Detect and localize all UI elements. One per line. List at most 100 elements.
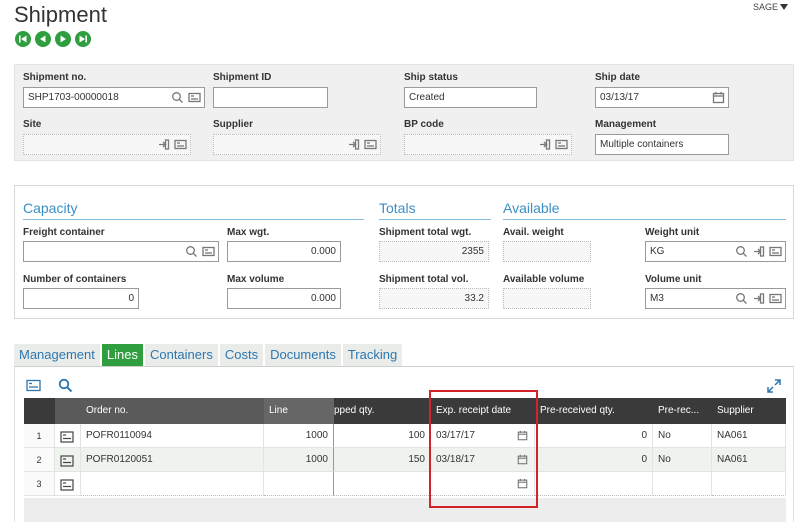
shipment-no-label: Shipment no. <box>23 72 87 83</box>
cell-order-no[interactable]: POFR0120051 <box>81 448 264 472</box>
row-number: 2 <box>24 448 55 472</box>
shipment-total-vol-value: 33.2 <box>464 293 484 304</box>
site-field[interactable] <box>23 134 191 155</box>
cell-pre-received-qty[interactable]: 0 <box>535 448 653 472</box>
freight-container-field[interactable] <box>23 241 219 262</box>
cell-pre-received-qty[interactable] <box>535 472 653 496</box>
cell-line[interactable] <box>264 472 334 496</box>
detail-card-icon[interactable] <box>769 292 782 305</box>
detail-card-icon[interactable] <box>188 91 201 104</box>
cell-pre-rec[interactable]: No <box>653 448 712 472</box>
row-detail-button[interactable] <box>55 424 81 448</box>
capacity-section-title: Capacity <box>23 200 78 216</box>
cell-supplier[interactable] <box>712 472 786 496</box>
last-record-icon <box>79 35 87 43</box>
detail-card-icon[interactable] <box>769 245 782 258</box>
select-arrow-icon[interactable] <box>157 138 170 151</box>
bp-code-field[interactable] <box>404 134 572 155</box>
cell-shipped-qty[interactable]: 100 <box>334 424 431 448</box>
cell-shipped-qty[interactable]: 150 <box>334 448 431 472</box>
calendar-icon[interactable] <box>712 91 725 104</box>
grid-search-icon[interactable] <box>58 378 73 393</box>
tab-management[interactable]: Management <box>14 344 100 366</box>
number-of-containers-value: 0 <box>128 293 134 304</box>
detail-card-icon <box>60 431 74 443</box>
cell-pre-rec[interactable] <box>653 472 712 496</box>
available-section-title: Available <box>503 200 560 216</box>
number-of-containers-field[interactable]: 0 <box>23 288 139 309</box>
supplier-field[interactable] <box>213 134 381 155</box>
cell-pre-received-qty[interactable]: 0 <box>535 424 653 448</box>
cell-order-no[interactable]: POFR0110094 <box>81 424 264 448</box>
select-arrow-icon[interactable] <box>752 292 765 305</box>
previous-record-button[interactable] <box>35 31 51 47</box>
column-header-pre-rec[interactable]: Pre-rec... <box>653 398 712 424</box>
management-field[interactable]: Multiple containers <box>595 134 729 155</box>
sage-menu[interactable]: SAGE <box>753 2 788 12</box>
number-of-containers-label: Number of containers <box>23 274 127 285</box>
record-navigation <box>15 31 91 47</box>
column-header-supplier[interactable]: Supplier <box>712 398 786 424</box>
weight-unit-field[interactable]: KG <box>645 241 786 262</box>
column-header-pre-received-qty[interactable]: Pre-received qty. <box>535 398 653 424</box>
shipment-id-field[interactable] <box>213 87 328 108</box>
tab-lines[interactable]: Lines <box>101 344 143 366</box>
search-icon[interactable] <box>735 292 748 305</box>
shipment-total-wgt-label: Shipment total wgt. <box>379 227 472 238</box>
grid-settings-icon[interactable] <box>26 379 41 392</box>
max-wgt-field[interactable]: 0.000 <box>227 241 341 262</box>
detail-card-icon[interactable] <box>555 138 568 151</box>
management-value: Multiple containers <box>600 139 684 150</box>
first-record-button[interactable] <box>15 31 31 47</box>
table-row[interactable]: 2 POFR0120051 1000 150 03/18/17 0 No NA0… <box>24 448 786 472</box>
detail-card-icon[interactable] <box>174 138 187 151</box>
select-arrow-icon[interactable] <box>752 245 765 258</box>
site-label: Site <box>23 119 42 130</box>
tab-tracking[interactable]: Tracking <box>342 344 403 366</box>
select-arrow-icon[interactable] <box>538 138 551 151</box>
next-record-icon <box>60 35 66 43</box>
last-record-button[interactable] <box>75 31 91 47</box>
cell-pre-rec[interactable]: No <box>653 424 712 448</box>
capacity-divider <box>23 219 364 220</box>
cell-supplier[interactable]: NA061 <box>712 424 786 448</box>
tab-documents[interactable]: Documents <box>265 344 341 366</box>
next-record-button[interactable] <box>55 31 71 47</box>
tab-containers[interactable]: Containers <box>144 344 218 366</box>
max-volume-label: Max volume <box>227 274 285 285</box>
row-number-header <box>24 398 55 424</box>
ship-date-label: Ship date <box>595 72 641 83</box>
available-volume-label: Available volume <box>503 274 585 285</box>
volume-unit-field[interactable]: M3 <box>645 288 786 309</box>
freight-container-label: Freight container <box>23 227 105 238</box>
max-volume-field[interactable]: 0.000 <box>227 288 341 309</box>
shipment-total-wgt-field: 2355 <box>379 241 489 262</box>
table-row[interactable]: 3 <box>24 472 786 496</box>
ship-status-field[interactable]: Created <box>404 87 537 108</box>
detail-card-icon[interactable] <box>202 245 215 258</box>
avail-weight-field <box>503 241 591 262</box>
select-arrow-icon[interactable] <box>347 138 360 151</box>
shipment-no-field[interactable]: SHP1703-00000018 <box>23 87 205 108</box>
cell-order-no[interactable] <box>81 472 264 496</box>
search-icon[interactable] <box>735 245 748 258</box>
cell-shipped-qty[interactable] <box>334 472 431 496</box>
detail-card-icon[interactable] <box>364 138 377 151</box>
cell-supplier[interactable]: NA061 <box>712 448 786 472</box>
row-detail-button[interactable] <box>55 472 81 496</box>
column-header-order-no[interactable]: Order no. <box>81 398 264 424</box>
tab-costs[interactable]: Costs <box>219 344 264 366</box>
table-row[interactable]: 1 POFR0110094 1000 100 03/17/17 0 No NA0… <box>24 424 786 448</box>
ship-date-value: 03/13/17 <box>600 92 639 103</box>
column-header-shipped-qty[interactable]: pped qty. <box>334 398 431 424</box>
expand-icon[interactable] <box>767 379 781 393</box>
row-detail-button[interactable] <box>55 448 81 472</box>
cell-line[interactable]: 1000 <box>264 448 334 472</box>
column-header-line[interactable]: Line <box>264 398 334 424</box>
ship-date-field[interactable]: 03/13/17 <box>595 87 729 108</box>
bp-code-label: BP code <box>404 119 444 130</box>
search-icon[interactable] <box>171 91 184 104</box>
cell-line[interactable]: 1000 <box>264 424 334 448</box>
supplier-label: Supplier <box>213 119 254 130</box>
search-icon[interactable] <box>185 245 198 258</box>
